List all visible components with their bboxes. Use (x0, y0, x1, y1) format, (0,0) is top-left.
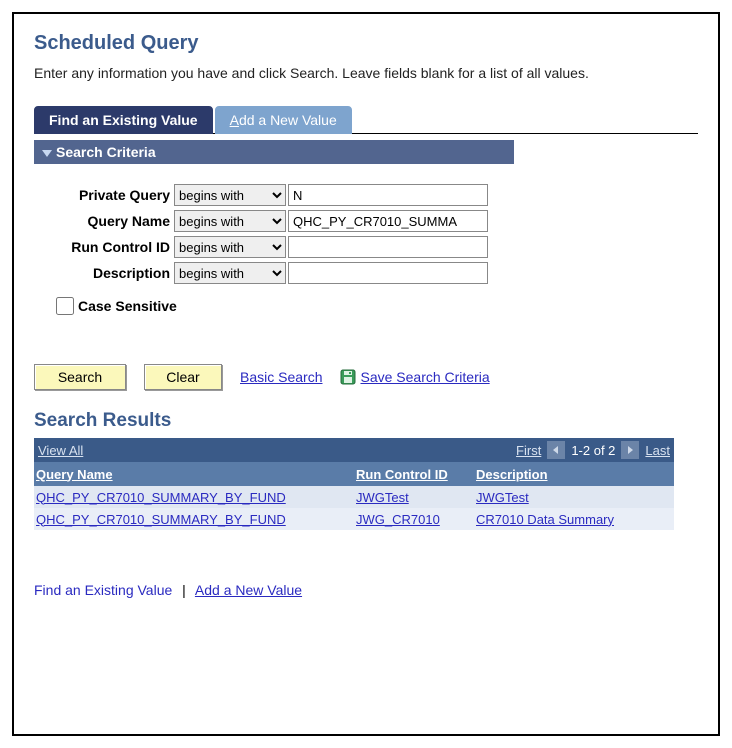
button-row: Search Clear Basic Search Save Search Cr… (34, 364, 698, 390)
tab-row: Find an Existing Value Add a New Value (34, 105, 698, 134)
op-private-query[interactable]: begins with (174, 184, 286, 206)
input-query-name[interactable] (288, 210, 488, 232)
nav-prev-icon[interactable] (547, 441, 565, 459)
grid-nav: First 1-2 of 2 Last (516, 441, 670, 459)
nav-range: 1-2 of 2 (571, 443, 615, 458)
checkbox-case-sensitive[interactable] (56, 297, 74, 315)
page-instruction: Enter any information you have and click… (34, 65, 698, 81)
tab-add-new-accel: A (230, 112, 239, 128)
nav-first[interactable]: First (516, 443, 541, 458)
cell-query-name[interactable]: QHC_PY_CR7010_SUMMARY_BY_FUND (34, 490, 354, 505)
col-query-name[interactable]: Query Name (34, 467, 354, 482)
row-description: Description begins with (34, 262, 698, 284)
grid-header: Query Name Run Control ID Description (34, 462, 674, 486)
grid-body: QHC_PY_CR7010_SUMMARY_BY_FUND JWGTest JW… (34, 486, 674, 530)
table-row: QHC_PY_CR7010_SUMMARY_BY_FUND JWGTest JW… (34, 486, 674, 508)
label-case-sensitive: Case Sensitive (78, 298, 177, 314)
footer-separator: | (182, 582, 186, 598)
cell-description[interactable]: CR7010 Data Summary (474, 512, 674, 527)
footer-add-link[interactable]: Add a New Value (195, 582, 302, 598)
search-button[interactable]: Search (34, 364, 126, 390)
search-criteria-label: Search Criteria (56, 144, 156, 160)
row-run-control: Run Control ID begins with (34, 236, 698, 258)
tab-add-new-rest: dd a New Value (239, 112, 337, 128)
save-icon (340, 369, 356, 385)
input-description[interactable] (288, 262, 488, 284)
row-private-query: Private Query begins with (34, 184, 698, 206)
table-row: QHC_PY_CR7010_SUMMARY_BY_FUND JWG_CR7010… (34, 508, 674, 530)
label-query-name: Query Name (34, 213, 174, 229)
search-results-title: Search Results (34, 410, 698, 432)
cell-description[interactable]: JWGTest (474, 490, 674, 505)
input-private-query[interactable] (288, 184, 488, 206)
cell-query-name[interactable]: QHC_PY_CR7010_SUMMARY_BY_FUND (34, 512, 354, 527)
nav-next-icon[interactable] (621, 441, 639, 459)
col-run-control-id[interactable]: Run Control ID (354, 467, 474, 482)
col-description[interactable]: Description (474, 467, 674, 482)
save-criteria-group: Save Search Criteria (340, 369, 489, 385)
cell-run-control[interactable]: JWGTest (354, 490, 474, 505)
collapse-icon (42, 150, 52, 157)
op-description[interactable]: begins with (174, 262, 286, 284)
results-grid: View All First 1-2 of 2 Last Query Name … (34, 438, 674, 530)
label-private-query: Private Query (34, 187, 174, 203)
footer-find-link[interactable]: Find an Existing Value (34, 582, 172, 598)
row-case-sensitive: Case Sensitive (52, 294, 698, 318)
footer-links: Find an Existing Value | Add a New Value (34, 582, 698, 598)
nav-last[interactable]: Last (645, 443, 670, 458)
tab-add-new[interactable]: Add a New Value (215, 106, 352, 134)
search-criteria-form: Private Query begins with Query Name beg… (34, 184, 698, 318)
row-query-name: Query Name begins with (34, 210, 698, 232)
tab-find-existing[interactable]: Find an Existing Value (34, 106, 213, 134)
input-run-control[interactable] (288, 236, 488, 258)
page-title: Scheduled Query (34, 32, 698, 55)
label-description: Description (34, 265, 174, 281)
op-query-name[interactable]: begins with (174, 210, 286, 232)
view-all-link[interactable]: View All (38, 443, 83, 458)
grid-toolbar: View All First 1-2 of 2 Last (34, 438, 674, 462)
search-criteria-header[interactable]: Search Criteria (34, 140, 514, 164)
clear-button[interactable]: Clear (144, 364, 222, 390)
basic-search-link[interactable]: Basic Search (240, 369, 322, 385)
save-criteria-link[interactable]: Save Search Criteria (360, 369, 489, 385)
label-run-control: Run Control ID (34, 239, 174, 255)
page-frame: Scheduled Query Enter any information yo… (12, 12, 720, 736)
op-run-control[interactable]: begins with (174, 236, 286, 258)
cell-run-control[interactable]: JWG_CR7010 (354, 512, 474, 527)
